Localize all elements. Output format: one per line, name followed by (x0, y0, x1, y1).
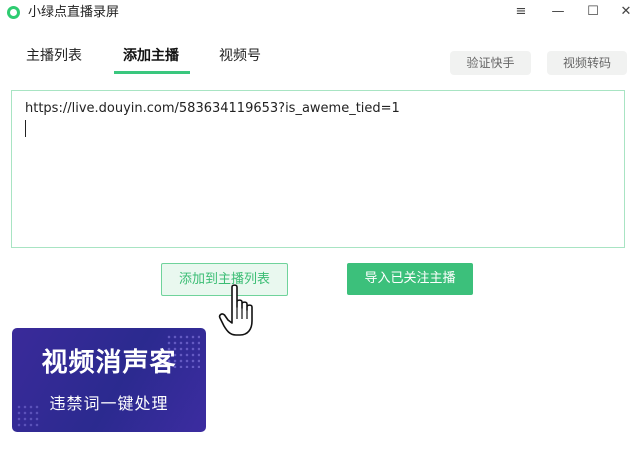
video-transcode-button[interactable]: 视频转码 (547, 51, 627, 75)
url-input-textarea[interactable]: https://live.douyin.com/583634119653?is_… (11, 90, 625, 248)
minimize-icon[interactable]: — (549, 3, 567, 21)
window-title: 小绿点直播录屏 (28, 5, 120, 20)
close-icon[interactable]: ✕ (617, 3, 635, 21)
verify-kuaishou-button[interactable]: 验证快手 (450, 51, 531, 75)
tab-video-account[interactable]: 视频号 (219, 47, 261, 65)
ad-subtitle: 违禁词一键处理 (49, 394, 169, 413)
app-window: 小绿点直播录屏 ≡ — ☐ ✕ 主播列表 添加主播 视频号 验证快手 视频转码 … (0, 0, 637, 466)
title-bar: 小绿点直播录屏 ≡ — ☐ ✕ (0, 0, 637, 26)
import-followed-button[interactable]: 导入已关注主播 (347, 263, 473, 295)
url-input-value: https://live.douyin.com/583634119653?is_… (25, 101, 400, 116)
ad-banner[interactable]: 视频消声客 违禁词一键处理 (12, 328, 206, 432)
app-logo-icon (7, 6, 20, 19)
ad-title: 视频消声客 (41, 348, 177, 378)
active-tab-indicator (114, 71, 190, 74)
menu-icon[interactable]: ≡ (512, 3, 530, 21)
tab-streamer-list[interactable]: 主播列表 (26, 47, 82, 65)
tab-add-streamer[interactable]: 添加主播 (123, 47, 179, 65)
text-caret (25, 120, 26, 137)
maximize-icon[interactable]: ☐ (584, 3, 602, 21)
hand-cursor-icon (218, 284, 253, 336)
